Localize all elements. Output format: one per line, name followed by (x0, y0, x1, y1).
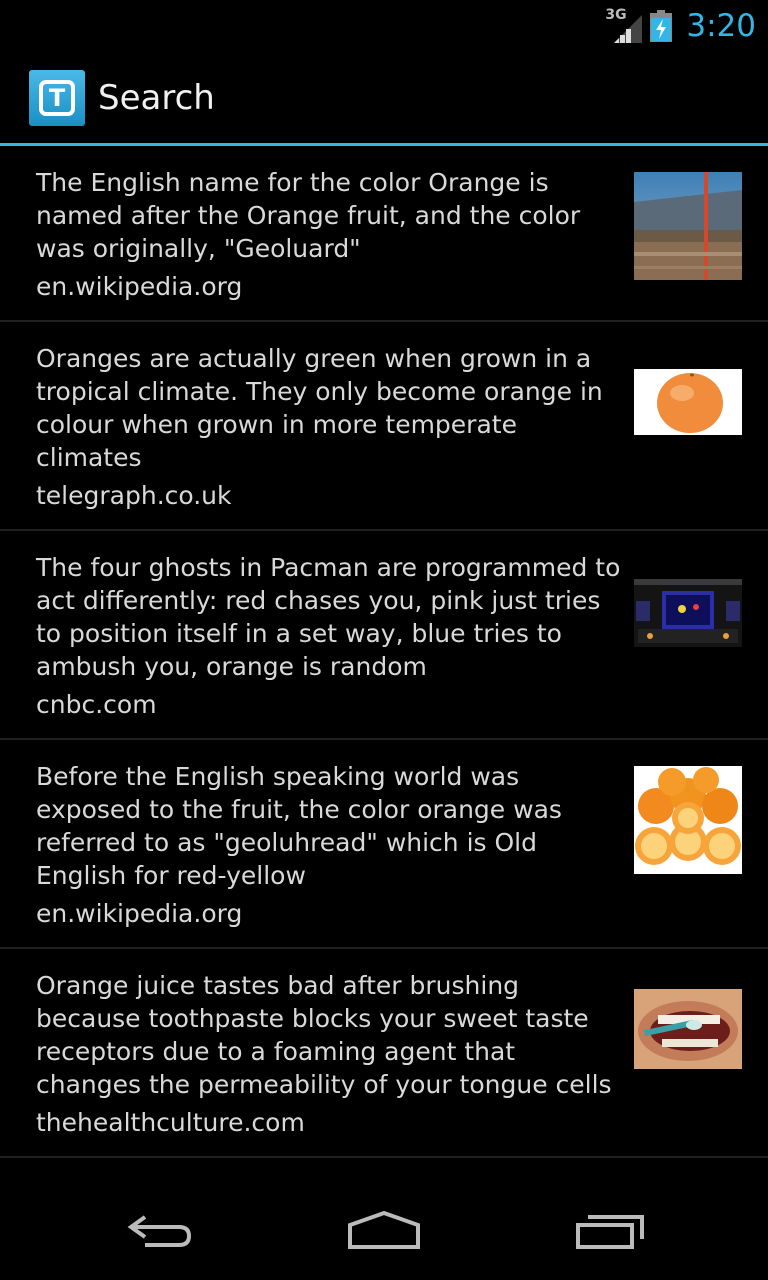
source-text: cnbc.com (36, 690, 157, 719)
signal-icon: 3G (605, 7, 643, 43)
network-type-label: 3G (605, 7, 627, 23)
recent-apps-icon (576, 1215, 644, 1249)
item-text: Oranges are actually green when grown in… (36, 342, 628, 512)
fact-text: The four ghosts in Pacman are programmed… (36, 553, 621, 681)
orange-fruit-image (634, 369, 742, 435)
list-item[interactable]: Orange juice tastes bad after brushing b… (0, 949, 768, 1158)
navigation-bar (0, 1182, 768, 1280)
back-button[interactable] (110, 1204, 210, 1258)
back-icon (127, 1215, 192, 1247)
fact-text: Oranges are actually green when grown in… (36, 344, 603, 472)
brushing-teeth-image (634, 989, 742, 1069)
list-item[interactable]: Before the English speaking world was ex… (0, 740, 768, 949)
fact-text: Orange juice tastes bad after brushing b… (36, 971, 612, 1099)
source-text: telegraph.co.uk (36, 481, 232, 510)
fact-text: The English name for the color Orange is… (36, 168, 581, 263)
status-bar: 3G 3:20 (0, 0, 768, 50)
list-item[interactable]: The English name for the color Orange is… (0, 146, 768, 322)
clock: 3:20 (686, 8, 756, 44)
source-text: en.wikipedia.org (36, 899, 243, 928)
list-item[interactable]: Oranges are actually green when grown in… (0, 322, 768, 531)
pacman-arcade-image (634, 579, 742, 647)
page-title: Search (98, 78, 215, 118)
status-icons: 3G 3:20 (605, 6, 756, 46)
item-text: The English name for the color Orange is… (36, 166, 628, 303)
results-list[interactable]: The English name for the color Orange is… (0, 146, 768, 1182)
action-bar: T Search (0, 50, 768, 144)
home-icon (348, 1211, 420, 1249)
fact-text: Before the English speaking world was ex… (36, 762, 562, 890)
recent-apps-button[interactable] (560, 1204, 660, 1258)
list-item[interactable]: The four ghosts in Pacman are programmed… (0, 531, 768, 740)
app-logo-letter: T (39, 80, 75, 116)
item-text: Before the English speaking world was ex… (36, 760, 628, 930)
battery-charging-icon (650, 10, 673, 42)
sliced-oranges-image (634, 766, 742, 874)
list-item[interactable] (0, 1158, 768, 1182)
item-text: The four ghosts in Pacman are programmed… (36, 551, 628, 721)
source-text: thehealthculture.com (36, 1108, 305, 1137)
source-text: en.wikipedia.org (36, 272, 243, 301)
item-text: Orange juice tastes bad after brushing b… (36, 969, 628, 1139)
app-logo-icon[interactable]: T (29, 70, 85, 126)
stadium-crowd-image (634, 172, 742, 280)
home-button[interactable] (334, 1204, 434, 1258)
